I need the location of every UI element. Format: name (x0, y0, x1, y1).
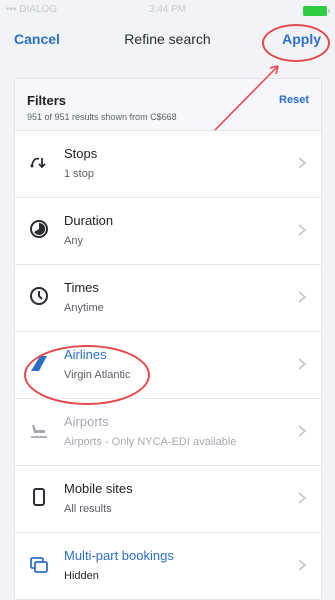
nav-bar: Cancel Refine search Apply (0, 20, 335, 60)
filter-value: All results (64, 503, 112, 515)
filter-row-times[interactable]: Times Anytime (15, 265, 321, 332)
clock-icon (28, 285, 50, 307)
filter-value: Any (64, 235, 83, 247)
filter-row-stops[interactable]: Stops 1 stop (15, 131, 321, 198)
reset-button[interactable]: Reset (279, 94, 309, 106)
chevron-right-icon (298, 559, 307, 571)
chevron-right-icon (298, 492, 307, 504)
filter-value: Virgin Atlantic (64, 369, 131, 381)
filter-row-multi-part-bookings[interactable]: Multi-part bookings Hidden (15, 533, 321, 600)
airport-icon (28, 419, 50, 441)
stops-icon (28, 151, 50, 173)
filter-label: Airlines (64, 347, 107, 362)
filter-label: Duration (64, 213, 114, 228)
apply-button[interactable]: Apply (282, 31, 321, 47)
filters-panel: Filters 951 of 951 results shown from C$… (14, 78, 322, 600)
filter-value: 1 stop (64, 168, 94, 180)
filter-label: Airports (64, 414, 109, 429)
filter-label: Times (64, 280, 99, 295)
multi-part-icon (28, 553, 50, 575)
filter-row-duration[interactable]: Duration Any (15, 198, 321, 265)
chevron-right-icon (298, 291, 307, 303)
filter-label: Multi-part bookings (64, 548, 174, 563)
status-bar: ••• DIALOG 3:44 PM (0, 0, 335, 20)
filters-title: Filters (27, 93, 67, 108)
chevron-right-icon (298, 425, 307, 437)
filter-value: Airports - Only NYCA-EDI available (64, 436, 237, 448)
airline-tail-icon (28, 352, 50, 374)
filter-value: Hidden (64, 570, 99, 582)
filter-label: Mobile sites (64, 481, 133, 496)
filter-label: Stops (64, 146, 98, 161)
chevron-right-icon (298, 157, 307, 169)
filter-row-airlines[interactable]: Airlines Virgin Atlantic (15, 332, 321, 399)
chevron-right-icon (298, 224, 307, 236)
filter-row-airports[interactable]: Airports Airports - Only NYCA-EDI availa… (15, 399, 321, 466)
filter-row-mobile-sites[interactable]: Mobile sites All results (15, 466, 321, 533)
filter-value: Anytime (64, 302, 104, 314)
mobile-icon (28, 486, 50, 508)
chevron-right-icon (298, 358, 307, 370)
duration-icon (28, 218, 50, 240)
results-summary: 951 of 951 results shown from C$668 (27, 112, 177, 122)
status-time: 3:44 PM (148, 4, 187, 15)
battery-icon (303, 6, 330, 16)
filters-header: Filters 951 of 951 results shown from C$… (15, 79, 321, 131)
